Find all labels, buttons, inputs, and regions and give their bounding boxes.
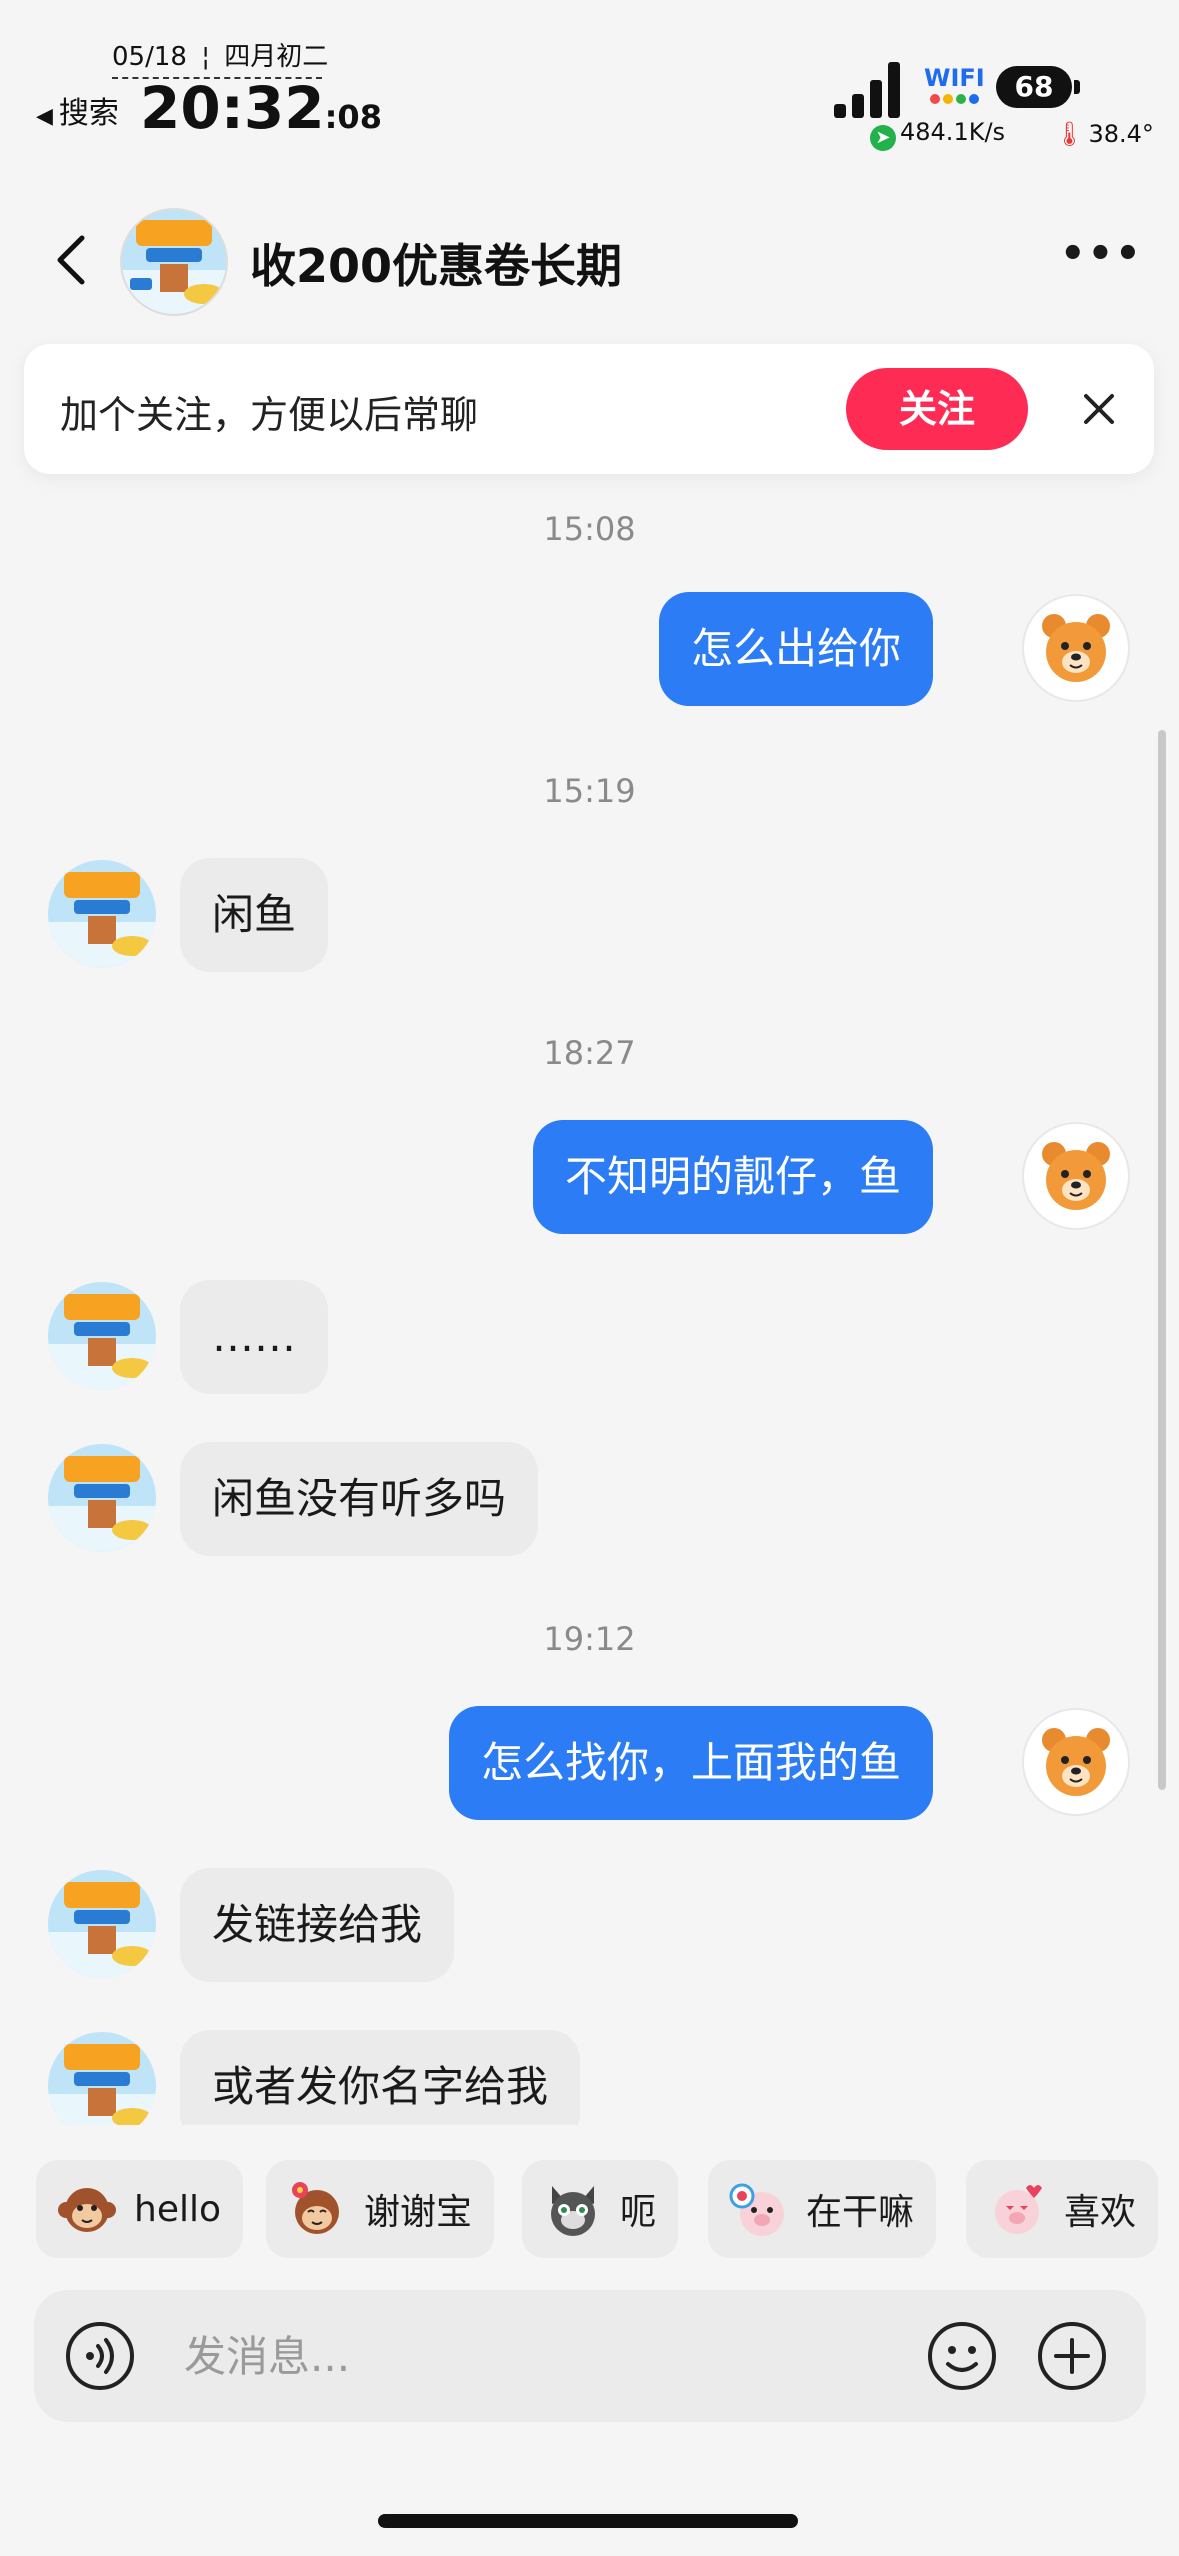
status-bar: 05/18 ¦ 四月初二 ◀ 搜索 20:32:08 WIFI 68 ➤ 484.1… bbox=[0, 0, 1179, 160]
quick-reply-er[interactable]: 呃 bbox=[522, 2160, 679, 2258]
quick-reply-thanks[interactable]: 谢谢宝 bbox=[266, 2160, 495, 2258]
contact-avatar-image bbox=[48, 1870, 156, 1978]
back-arrow-icon[interactable] bbox=[44, 230, 104, 290]
outgoing-message[interactable]: 不知明的靓仔，鱼 bbox=[532, 1120, 933, 1234]
status-back-to-app[interactable]: ◀ 搜索 bbox=[36, 88, 119, 132]
timestamp: 15:19 bbox=[543, 772, 636, 810]
self-avatar[interactable] bbox=[1022, 1708, 1130, 1816]
status-time-main: 20:32 bbox=[140, 74, 325, 142]
cellular-signal-icon bbox=[834, 62, 900, 118]
status-time-seconds: :08 bbox=[324, 98, 382, 136]
bear-avatar-icon bbox=[1042, 1142, 1110, 1210]
pig-love-emoji-icon bbox=[995, 2185, 1042, 2234]
cat-emoji-icon bbox=[551, 2186, 595, 2236]
chat-header: 收200优惠卷长期 ••• bbox=[0, 190, 1179, 330]
contact-avatar[interactable] bbox=[48, 860, 156, 968]
quick-reply-label: 喜欢 bbox=[1064, 2192, 1137, 2233]
message-input[interactable] bbox=[184, 2320, 924, 2392]
status-lunar-date: 四月初二 bbox=[224, 42, 329, 72]
quick-reply-hello[interactable]: hello bbox=[36, 2160, 243, 2258]
incoming-message[interactable]: 闲鱼 bbox=[180, 858, 329, 972]
status-date: 05/18 ¦ 四月初二 bbox=[112, 36, 328, 79]
more-options-icon[interactable]: ••• bbox=[1060, 234, 1141, 284]
status-date-text: 05/18 bbox=[112, 42, 187, 72]
status-back-app-label: 搜索 bbox=[58, 96, 119, 131]
follow-button[interactable]: 关注 bbox=[846, 368, 1028, 450]
status-time: 20:32:08 bbox=[140, 74, 382, 142]
contact-avatar[interactable] bbox=[48, 1282, 156, 1390]
plus-icon[interactable] bbox=[1036, 2320, 1108, 2392]
quick-reply-label: 呃 bbox=[620, 2192, 657, 2233]
battery-icon: 68 bbox=[996, 66, 1080, 108]
thermometer-icon: 🌡 bbox=[1054, 120, 1085, 148]
self-avatar[interactable] bbox=[1022, 1122, 1130, 1230]
contact-avatar[interactable] bbox=[48, 1444, 156, 1552]
quick-reply-label: 谢谢宝 bbox=[364, 2192, 473, 2233]
contact-avatar-image bbox=[48, 1444, 156, 1552]
network-speed: ➤ 484.1K/s bbox=[870, 118, 1005, 151]
quick-reply-what-doing[interactable]: 在干嘛 bbox=[708, 2160, 937, 2258]
monkey-flower-emoji-icon bbox=[292, 2182, 339, 2234]
monkey-emoji-icon bbox=[58, 2188, 116, 2232]
chat-message-list[interactable]: 15:08 怎么出给你 15:19 闲鱼 18:27 不知明的靓仔，鱼 …… 闲… bbox=[0, 480, 1179, 2125]
chat-title: 收200优惠卷长期 bbox=[250, 239, 623, 293]
timestamp: 18:27 bbox=[543, 1034, 636, 1072]
outgoing-message[interactable]: 怎么出给你 bbox=[658, 592, 933, 706]
wifi-icon: WIFI bbox=[924, 64, 985, 104]
contact-avatar-image bbox=[48, 2032, 156, 2125]
outgoing-message[interactable]: 怎么找你，上面我的鱼 bbox=[448, 1706, 933, 1820]
voice-icon[interactable] bbox=[64, 2320, 136, 2392]
quick-reply-label: hello bbox=[134, 2188, 221, 2230]
incoming-message[interactable]: 或者发你名字给我 bbox=[180, 2030, 581, 2125]
incoming-message[interactable]: 发链接给我 bbox=[180, 1868, 455, 1982]
timestamp: 19:12 bbox=[543, 1620, 636, 1658]
wifi-dots bbox=[924, 94, 984, 104]
battery-level: 68 bbox=[1014, 70, 1054, 103]
bear-avatar-icon bbox=[1042, 1728, 1110, 1796]
bear-avatar-icon bbox=[1042, 614, 1110, 682]
incoming-message[interactable]: 闲鱼没有听多吗 bbox=[180, 1442, 539, 1556]
status-date-divider: ¦ bbox=[201, 42, 210, 72]
contact-avatar[interactable] bbox=[120, 208, 228, 316]
contact-avatar-image bbox=[48, 860, 156, 968]
incoming-message[interactable]: …… bbox=[180, 1280, 328, 1394]
emoji-icon[interactable] bbox=[926, 2320, 998, 2392]
back-triangle-icon: ◀ bbox=[36, 104, 53, 129]
contact-avatar[interactable] bbox=[48, 2032, 156, 2125]
pig-lollipop-emoji-icon bbox=[729, 2183, 784, 2236]
follow-prompt-text: 加个关注，方便以后常聊 bbox=[60, 393, 479, 437]
close-icon[interactable] bbox=[1074, 384, 1124, 434]
home-indicator[interactable] bbox=[378, 2514, 798, 2528]
quick-reply-label: 在干嘛 bbox=[806, 2192, 915, 2233]
follow-prompt-card: 加个关注，方便以后常聊 关注 bbox=[24, 344, 1154, 474]
timestamp: 15:08 bbox=[543, 510, 636, 548]
self-avatar[interactable] bbox=[1022, 594, 1130, 702]
quick-reply-row: hello 谢谢宝 呃 在干嘛 喜欢 bbox=[0, 2160, 1179, 2260]
wifi-label: WIFI bbox=[924, 64, 985, 92]
network-speed-text: 484.1K/s bbox=[900, 118, 1006, 146]
temperature-text: 38.4° bbox=[1088, 120, 1154, 148]
message-input-bar bbox=[34, 2290, 1146, 2422]
quick-reply-like[interactable]: 喜欢 bbox=[966, 2160, 1159, 2258]
chat-scrollbar[interactable] bbox=[1158, 730, 1166, 1790]
location-arrow-icon: ➤ bbox=[870, 125, 896, 151]
contact-avatar[interactable] bbox=[48, 1870, 156, 1978]
temperature: 🌡 38.4° bbox=[1054, 120, 1154, 148]
contact-avatar-image bbox=[48, 1282, 156, 1390]
